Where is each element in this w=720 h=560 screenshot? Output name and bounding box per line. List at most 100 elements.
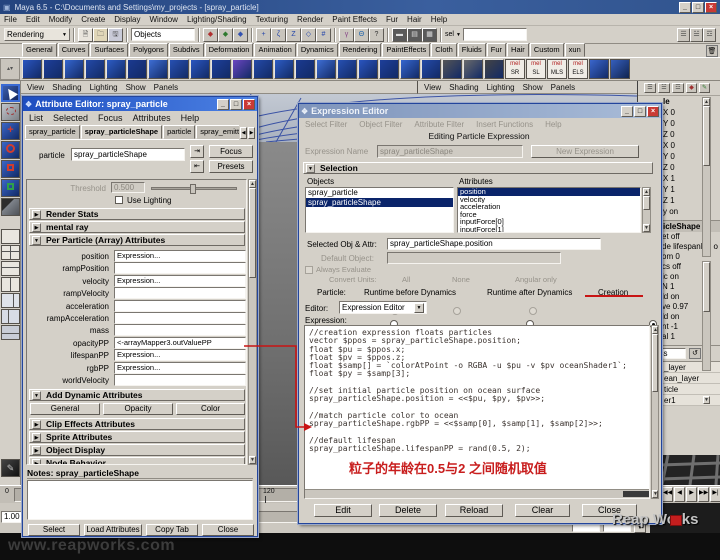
paint-effects-panel-icon[interactable]: ✎ [1, 459, 20, 477]
shelf-tab[interactable]: xun [565, 43, 585, 57]
tab-spray-particleshape[interactable]: spray_particleShape [81, 125, 162, 139]
shelf-tab[interactable]: Surfaces [90, 43, 128, 57]
playback-start-field[interactable] [572, 523, 600, 532]
select-hierarchy-icon[interactable]: ◆ [203, 28, 218, 42]
use-lighting-checkbox[interactable] [115, 196, 123, 204]
universal-manipulator-icon[interactable] [1, 179, 20, 197]
shelf-tab[interactable]: Fur [487, 43, 506, 57]
section-mental-ray[interactable]: ▶ mental ray [29, 221, 245, 233]
shelf-tool-icon[interactable] [190, 59, 210, 79]
focus-button[interactable]: Focus [209, 145, 253, 158]
shelf-tool-icon[interactable] [463, 59, 483, 79]
move-tool-icon[interactable]: + [1, 122, 20, 140]
section-clip-effects[interactable]: ▶ Clip Effects Attributes [29, 418, 245, 430]
shelf-tab[interactable]: Cloth [431, 43, 457, 57]
section-object-display[interactable]: ▶ Object Display [29, 444, 245, 456]
pp-field[interactable] [114, 324, 246, 336]
go-to-start-button[interactable]: ◀◀ [662, 487, 673, 502]
shelf-tool-icon[interactable] [148, 59, 168, 79]
shelf-scroll-handle[interactable]: ▴▾ [0, 58, 20, 80]
snap-view-icon[interactable]: # [316, 28, 331, 42]
shelf-tool-icon[interactable] [610, 59, 630, 79]
new-expression-button[interactable]: New Expression [531, 145, 639, 158]
add-attr-color-button[interactable]: Color [176, 403, 245, 415]
menubar-item[interactable]: Lighting/Shading [187, 15, 247, 24]
shelf-tab[interactable]: Dynamics [297, 43, 338, 57]
section-selection[interactable]: ▼ Selection [303, 162, 653, 174]
close-button[interactable]: × [647, 106, 659, 117]
channelbox-speed-icon[interactable]: ☱ [658, 83, 670, 93]
menubar-item[interactable]: Display [114, 15, 140, 24]
shelf-tab[interactable]: General [22, 43, 57, 57]
snap-point-icon[interactable]: Z [286, 28, 301, 42]
mel-shelf-icon[interactable]: mel MLS [547, 59, 567, 79]
step-back-button[interactable]: ◀ [674, 487, 685, 502]
menu-item[interactable]: Select Filter [305, 120, 347, 129]
shelf-tool-icon[interactable] [379, 59, 399, 79]
close-button[interactable]: Close [202, 524, 254, 536]
shelf-tool-icon[interactable] [316, 59, 336, 79]
select-component-icon[interactable]: ◆ [233, 28, 248, 42]
minimize-button[interactable]: _ [679, 2, 691, 13]
quick-select-input[interactable] [463, 28, 527, 41]
list-item[interactable]: spray_particleShape [306, 198, 453, 208]
scale-tool-icon[interactable] [1, 160, 20, 178]
menu-item[interactable]: Attributes [133, 113, 171, 123]
threshold-field[interactable]: 0.500 [111, 182, 145, 193]
layer-options-icon[interactable]: ↺ [689, 348, 701, 359]
layout-hypergraph-persp-button[interactable] [1, 325, 20, 340]
expand-arrow-icon[interactable]: ▶ [32, 433, 41, 442]
shelf-tool-icon[interactable] [127, 59, 147, 79]
expand-arrow-icon[interactable]: ▶ [32, 459, 41, 466]
notes-textarea[interactable] [27, 480, 253, 520]
last-tool-icon[interactable] [1, 198, 20, 216]
attributes-list[interactable]: position velocity acceleration force inp… [457, 187, 641, 233]
go-to-end-button[interactable]: ▶▶ [698, 487, 709, 502]
menubar-item[interactable]: File [4, 15, 17, 24]
shelf-tab[interactable]: PaintEffects [382, 43, 430, 57]
pp-field[interactable] [114, 374, 246, 386]
attribute-editor-scrollbar[interactable]: ▲ ▼ [248, 179, 257, 465]
channelbox-manip-icon[interactable]: ☰ [644, 83, 656, 93]
clear-button[interactable]: Clear [515, 504, 570, 517]
mel-shelf-icon[interactable]: mel ELS [568, 59, 588, 79]
menuset-dropdown[interactable]: Rendering ▼ [4, 28, 70, 41]
channelbox-scrollbar[interactable]: ▲ [702, 97, 711, 257]
copy-tab-button[interactable]: Copy Tab [146, 524, 198, 536]
expression-scrollbar[interactable]: ▲▼ [651, 325, 659, 499]
mel-shelf-icon[interactable]: mel SL [526, 59, 546, 79]
expand-arrow-icon[interactable]: ▶ [32, 210, 41, 219]
shelf-tool-icon[interactable] [484, 59, 504, 79]
layout-single-pane-button[interactable] [1, 229, 20, 244]
selection-mask-dropdown[interactable]: Objects [131, 28, 195, 41]
shelf-tab[interactable]: Polygons [129, 43, 168, 57]
layout-split-vertical-button[interactable] [1, 277, 20, 292]
pp-field[interactable]: Expression... [114, 349, 246, 361]
shelf-tool-icon[interactable] [43, 59, 63, 79]
menubar-item[interactable]: Fur [386, 15, 398, 24]
pp-field[interactable]: Expression... [114, 250, 246, 262]
expression-editor-titlebar[interactable]: ❖ Expression Editor _ □ × [299, 104, 661, 118]
close-button[interactable]: × [705, 2, 717, 13]
tab-spray-particle[interactable]: spray_particle [25, 125, 80, 139]
menubar-item[interactable]: Help [431, 15, 447, 24]
construction-history-icon[interactable]: ? [369, 28, 384, 42]
shelf-tool-icon[interactable] [274, 59, 294, 79]
threshold-slider[interactable] [151, 187, 237, 190]
select-tool-icon[interactable] [1, 84, 20, 102]
objects-list[interactable]: spray_particle spray_particleShape [305, 187, 454, 233]
load-attributes-button[interactable]: Load Attributes [84, 524, 142, 536]
maximize-button[interactable]: □ [692, 2, 704, 13]
list-item[interactable]: position [458, 188, 640, 196]
list-item[interactable]: spray_particle [306, 188, 453, 198]
pp-field[interactable] [114, 312, 246, 324]
shelf-tool-icon[interactable] [295, 59, 315, 79]
presets-button[interactable]: Presets [209, 160, 253, 173]
tab-scroll-left-button[interactable]: ◀ [240, 127, 247, 139]
section-add-dynamic[interactable]: ▼ Add Dynamic Attributes [29, 389, 245, 401]
input-connections-icon[interactable]: γ [339, 28, 354, 42]
shelf-tool-icon[interactable] [106, 59, 126, 79]
shelf-tab[interactable]: Animation [254, 43, 295, 57]
pp-field[interactable] [114, 287, 246, 299]
show-layereditor-icon[interactable]: ☱ [690, 28, 703, 42]
